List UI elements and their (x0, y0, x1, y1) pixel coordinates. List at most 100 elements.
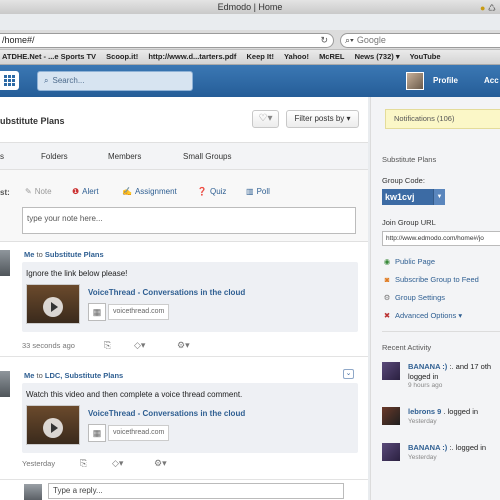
filter-posts-button[interactable]: Filter posts by ▾ (286, 110, 359, 128)
post-type-assignment[interactable]: ✍ Assignment (122, 187, 177, 196)
more-options-icon[interactable]: ⚙▾ (177, 340, 190, 351)
group-sidebar: Notifications (106) Substitute Plans Gro… (370, 97, 500, 500)
play-icon (51, 423, 58, 433)
avatar[interactable] (406, 72, 424, 90)
nav-profile-link[interactable]: Profile (433, 76, 458, 85)
reply-row: Type a reply... (0, 480, 368, 500)
avatar[interactable] (382, 407, 400, 425)
tab-small-groups[interactable]: Small Groups (183, 152, 231, 161)
avatar[interactable] (382, 443, 400, 461)
post-attachment[interactable]: VoiceThread - Conversations in the cloud… (26, 284, 356, 328)
reply-input[interactable]: Type a reply... (48, 483, 344, 499)
play-icon (51, 302, 58, 312)
gear-icon: ⚙ (383, 293, 391, 302)
bookmark-item[interactable]: YouTube (410, 52, 441, 61)
bookmark-item[interactable]: http://www.d...tarters.pdf (148, 52, 236, 61)
link-icon: ▦ (88, 303, 106, 321)
tag-icon[interactable]: ◇▾ (134, 340, 145, 351)
avatar[interactable] (382, 362, 400, 380)
bookmark-item[interactable]: ATDHE.Net - ...e Sports TV (2, 52, 96, 61)
join-url-field[interactable]: http://www.edmodo.com/home#/jo (382, 231, 500, 246)
address-bar[interactable]: /home#/ ↻ (0, 33, 334, 48)
browser-search-field[interactable]: ⌕▾ Google (340, 33, 500, 48)
post-type-poll[interactable]: ▥ Poll (246, 187, 270, 196)
search-icon: ⌕▾ (345, 35, 354, 45)
bookmark-item[interactable]: Scoop.it! (106, 52, 138, 61)
post-sender[interactable]: Me (24, 250, 34, 259)
post-to-word: to (36, 250, 43, 259)
post-recipients[interactable]: LDC, Substitute Plans (45, 371, 123, 380)
chevron-down-icon[interactable]: ⌄ (343, 369, 354, 379)
tab-posts[interactable]: s (0, 152, 4, 161)
nav-account-link[interactable]: Acc (484, 76, 499, 85)
group-name: Substitute Plans (382, 155, 437, 164)
post-footer: Yesterday ⎘ ◇▾ ⚙▾ (22, 458, 352, 471)
notifications-button[interactable]: Notifications (106) (385, 109, 500, 129)
post-body: Ignore the link below please! VoiceThrea… (22, 262, 358, 332)
advanced-options-link[interactable]: ✖ Advanced Options ▾ (382, 311, 462, 320)
attachment-title[interactable]: VoiceThread - Conversations in the cloud (88, 288, 245, 297)
tag-icon[interactable]: ◇▾ (112, 458, 123, 469)
list-item: BANANA :) :. logged in Yesterday (382, 443, 500, 473)
activity-text-line2: logged in (408, 372, 439, 381)
apps-grid-button[interactable] (0, 71, 19, 90)
note-input[interactable]: type your note here... (22, 207, 356, 234)
group-settings-link[interactable]: ⚙ Group Settings (382, 293, 445, 302)
link-icon: ▦ (88, 424, 106, 442)
avatar (24, 484, 42, 500)
post-attachment[interactable]: VoiceThread - Conversations in the cloud… (26, 405, 356, 449)
list-item: lebrons 9 . logged in Yesterday (382, 407, 500, 437)
activity-text: lebrons 9 . logged in (408, 407, 479, 416)
post-composer: st: ✎ Note ❶ Alert ✍ Assignment ❓ Quiz ▥ Poll… (0, 170, 368, 242)
poll-icon: ▥ (246, 187, 254, 196)
video-thumbnail[interactable] (26, 284, 80, 324)
activity-text: BANANA :) :. logged in (408, 443, 487, 452)
main-stream: ubstitute Plans ♡▾ Filter posts by ▾ s F… (0, 97, 368, 500)
post-recipients[interactable]: Substitute Plans (45, 250, 104, 259)
wrench-icon: ✖ (383, 311, 391, 320)
post-type-note[interactable]: ✎ Note (25, 187, 52, 196)
video-thumbnail[interactable] (26, 405, 80, 445)
attachment-title[interactable]: VoiceThread - Conversations in the cloud (88, 409, 245, 418)
attachment-url[interactable]: voicethread.com (108, 304, 170, 320)
bookmark-item[interactable]: Yahoo! (284, 52, 309, 61)
bookmark-item[interactable]: Keep It! (246, 52, 274, 61)
app-search-placeholder: Search... (52, 76, 85, 85)
reply-icon[interactable]: ⎘ (104, 340, 111, 351)
app-search-input[interactable]: ⌕ Search... (37, 71, 193, 91)
window-title: Edmodo | Home (217, 2, 283, 12)
subscribe-feed-link[interactable]: ◙ Subscribe Group to Feed (382, 275, 479, 284)
post-footer: 33 seconds ago ⎘ ◇▾ ⚙▾ (22, 340, 352, 353)
group-code-dropdown[interactable]: ▼ (433, 189, 445, 205)
post-type-quiz[interactable]: ❓ Quiz (197, 187, 226, 196)
url-toolbar: /home#/ ↻ ⌕▾ Google (0, 30, 500, 50)
extension-icon[interactable]: ● (480, 3, 485, 13)
post-timestamp: 33 seconds ago (22, 341, 75, 350)
post-header: Me to Substitute Plans (24, 250, 104, 259)
sync-icon[interactable]: ♺ (488, 3, 496, 13)
bookmarks-bar: ATDHE.Net - ...e Sports TV Scoop.it! htt… (0, 50, 500, 65)
list-item: BANANA :) :. and 17 oth logged in 9 hour… (382, 362, 500, 392)
list-item: Me to LDC, Substitute Plans ⌄ Watch this… (0, 357, 368, 480)
activity-time: 9 hours ago (408, 382, 443, 389)
tab-members[interactable]: Members (108, 152, 141, 161)
bookmark-item[interactable]: News (732) ▾ (355, 52, 400, 61)
tab-folders[interactable]: Folders (41, 152, 68, 161)
note-icon: ✎ (25, 187, 32, 196)
attachment-url[interactable]: voicethread.com (108, 425, 170, 441)
activity-time: Yesterday (408, 454, 437, 461)
composer-label: st: (0, 188, 10, 197)
divider (382, 331, 500, 332)
post-type-alert[interactable]: ❶ Alert (72, 187, 99, 196)
post-sender[interactable]: Me (24, 371, 34, 380)
more-options-icon[interactable]: ⚙▾ (154, 458, 167, 469)
favorite-button[interactable]: ♡▾ (252, 110, 279, 128)
reload-icon[interactable]: ↻ (320, 34, 328, 47)
group-code: kw1cvj (382, 189, 433, 205)
bookmark-item[interactable]: McREL (319, 52, 344, 61)
post-timestamp: Yesterday (22, 459, 56, 468)
browser-search-placeholder: Google (356, 35, 386, 45)
reply-icon[interactable]: ⎘ (80, 458, 87, 469)
public-page-link[interactable]: ◉ Public Page (382, 257, 435, 266)
quiz-icon: ❓ (197, 187, 207, 196)
